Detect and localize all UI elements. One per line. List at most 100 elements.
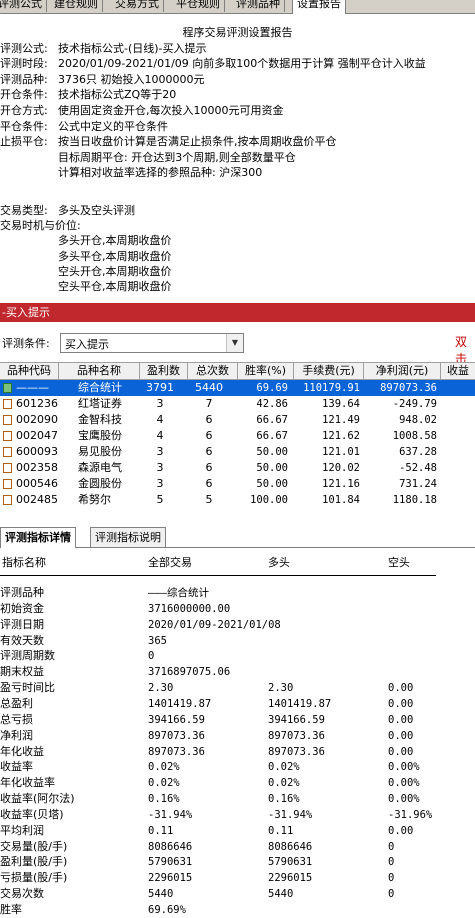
detail-metric-name: 评测品种 xyxy=(0,586,44,599)
table-cell: 121.01 xyxy=(322,446,360,458)
table-cell: 4 xyxy=(156,429,164,442)
detail-metric-value: 897073.36 xyxy=(148,729,205,742)
report-line-label: 交易时机与价位: xyxy=(0,219,81,232)
detail-row: 胜率 69.69% xyxy=(0,902,475,918)
col-name[interactable]: 品种名称 xyxy=(59,363,140,379)
report-line-label: 开仓条件: xyxy=(0,88,48,101)
tab-test-symbols[interactable]: 评测品种 xyxy=(232,0,285,12)
col-fee[interactable]: 手续费(元) xyxy=(294,363,364,379)
table-cell: 50.00 xyxy=(256,462,288,474)
detail-metric-name: 盈亏时间比 xyxy=(0,681,55,695)
detail-metric-name: 净利润 xyxy=(0,728,33,742)
report-line-value: 空头开仓,本周期收盘价 xyxy=(58,265,172,278)
detail-metric-name: 收益率 xyxy=(0,760,33,774)
table-cell: 101.84 xyxy=(322,494,360,506)
table-cell: 002090 xyxy=(16,413,58,426)
col-return[interactable]: 收益 xyxy=(441,363,475,379)
detail-row: 亏损量(股/手) 2296015 2296015 0 xyxy=(0,870,475,886)
detail-metric-value: 2.30 xyxy=(148,682,174,695)
detail-metric-value: 5790631 xyxy=(268,856,313,869)
table-cell: 110179.91 xyxy=(303,382,360,394)
table-cell: 69.69 xyxy=(256,382,288,394)
table-cell: 121.62 xyxy=(322,430,360,442)
detail-metric-name: 期末权益 xyxy=(0,665,44,679)
report-line-label: 评测时段: xyxy=(0,57,48,70)
detail-metric-value: 0.00 xyxy=(388,729,414,742)
condition-label: 评测条件: xyxy=(2,337,50,350)
table-row[interactable]: 002485 希努尔 5 5 100.00 101.84 1180.18 xyxy=(0,492,475,508)
col-wins[interactable]: 盈利数 xyxy=(140,363,188,379)
detail-metric-value: 2296015 xyxy=(268,872,313,885)
tab-close-rules[interactable]: 平仓规则 xyxy=(172,0,225,12)
grid-header: 品种代码 品种名称 盈利数 总次数 胜率(%) 手续费(元) 净利润(元) 收益 xyxy=(0,362,475,380)
detail-metric-name: 胜率 xyxy=(0,903,22,916)
table-cell: 002358 xyxy=(16,461,58,474)
condition-select[interactable]: 买入提示 ▼ xyxy=(60,333,244,353)
table-cell: 601236 xyxy=(16,397,58,410)
condition-value: 买入提示 xyxy=(65,338,109,351)
table-row[interactable]: 002047 宝鹰股份 4 6 66.67 121.62 1008.58 xyxy=(0,428,475,444)
report-line: 评测时段: 2020/01/09-2021/01/09 向前多取100个数据用于计… xyxy=(0,57,426,70)
table-row[interactable]: 002358 森源电气 3 6 50.00 120.02 -52.48 xyxy=(0,460,475,476)
table-row[interactable]: 000546 金圆股份 3 6 50.00 121.16 731.24 xyxy=(0,476,475,492)
detail-metric-value: 0.02% xyxy=(268,777,300,790)
detail-metric-value: 3716000000.00 xyxy=(148,602,231,615)
detail-metric-value: 0.16% xyxy=(268,793,300,806)
table-cell: 3 xyxy=(156,397,164,410)
document-icon xyxy=(3,399,12,409)
detail-row: 收益率(阿尔法) 0.16% 0.16% 0.00% xyxy=(0,791,475,807)
table-cell: 002047 xyxy=(16,429,58,442)
report-line-value: 公式中定义的平仓条件 xyxy=(58,120,168,133)
tab-formula[interactable]: 评测公式 xyxy=(0,0,47,12)
table-row[interactable]: 002090 金智科技 4 6 66.67 121.49 948.02 xyxy=(0,412,475,428)
report-line-value: 2020/01/09-2021/01/09 向前多取100个数据用于计算 强制平… xyxy=(58,57,426,70)
document-icon xyxy=(3,447,12,457)
chevron-down-icon[interactable]: ▼ xyxy=(226,334,243,352)
detail-col-short: 空头 xyxy=(388,556,410,569)
tab-open-rules[interactable]: 建仓规则 xyxy=(50,0,103,12)
detail-metric-value: 0.02% xyxy=(148,761,180,774)
tab-indicator-details[interactable]: 评测指标详情 xyxy=(0,527,76,548)
detail-metric-value: 5790631 xyxy=(148,856,193,869)
detail-row: 评测日期 2020/01/09-2021/01/08 xyxy=(0,617,475,633)
detail-metric-value: 3716897075.06 xyxy=(148,666,231,679)
table-row[interactable]: 601236 红塔证券 3 7 42.86 139.64 -249.79 xyxy=(0,396,475,412)
table-cell: 1180.18 xyxy=(392,494,437,506)
col-total[interactable]: 总次数 xyxy=(188,363,238,379)
detail-row: 年化收益 897073.36 897073.36 0.00 xyxy=(0,744,475,760)
table-cell: 3791 xyxy=(146,381,174,394)
detail-row: 盈利量(股/手) 5790631 5790631 0 xyxy=(0,854,475,870)
report-line: 平仓条件: 公式中定义的平仓条件 xyxy=(0,120,168,133)
col-code[interactable]: 品种代码 xyxy=(0,363,59,379)
report-line: 交易时机与价位: xyxy=(0,219,81,232)
col-netprofit[interactable]: 净利润(元) xyxy=(364,363,441,379)
table-cell: 希努尔 xyxy=(78,493,111,506)
report-line-value: 多头及空头评测 xyxy=(58,204,135,217)
table-cell: 6 xyxy=(205,445,213,458)
detail-metric-name: 总亏损 xyxy=(0,712,33,726)
detail-row: 总盈利 1401419.87 1401419.87 0.00 xyxy=(0,696,475,712)
detail-metric-value: 394166.59 xyxy=(268,713,325,726)
detail-metric-name: 盈利量(股/手) xyxy=(0,855,68,869)
detail-metric-value: 5440 xyxy=(148,888,174,901)
table-cell: 897073.36 xyxy=(380,382,437,394)
table-cell: -52.48 xyxy=(399,462,437,474)
table-row[interactable]: 600093 易见股份 3 6 50.00 121.01 637.28 xyxy=(0,444,475,460)
col-winrate[interactable]: 胜率(%) xyxy=(238,363,294,379)
summary-row[interactable]: ——— 综合统计 3791 5440 69.69 110179.91 897073.36 xyxy=(0,380,475,396)
detail-metric-value: 2.30 xyxy=(268,682,294,695)
table-cell: 121.16 xyxy=(322,478,360,490)
table-cell: 600093 xyxy=(16,445,58,458)
table-cell: 金智科技 xyxy=(78,413,122,426)
detail-metric-value: 8086646 xyxy=(148,840,193,853)
tab-indicator-notes[interactable]: 评测指标说明 xyxy=(90,527,166,547)
detail-metric-value: -31.96% xyxy=(388,808,433,821)
detail-row: 收益率 0.02% 0.02% 0.00% xyxy=(0,759,475,775)
tab-settings-report[interactable]: 设置报告 xyxy=(292,0,346,14)
table-cell: 6 xyxy=(205,429,213,442)
detail-metric-value: 0.00 xyxy=(388,713,414,726)
detail-metric-value: 5440 xyxy=(268,888,294,901)
detail-metric-value: 0.11 xyxy=(268,824,294,837)
tab-trade-mode[interactable]: 交易方式 xyxy=(111,0,164,12)
document-icon xyxy=(3,463,12,473)
